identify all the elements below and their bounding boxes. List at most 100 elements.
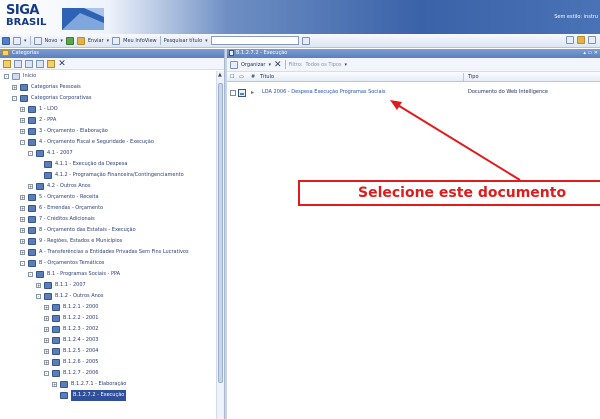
refresh-icon[interactable] [25,59,33,68]
collapse-icon[interactable]: - [20,261,25,266]
select-all-checkbox[interactable]: ☐ [230,74,234,80]
tree-item[interactable]: - B.1.2 - Outros Anos [0,291,216,302]
refresh-icon[interactable] [65,36,74,45]
send-button[interactable]: Enviar [88,38,104,44]
search-title-label[interactable]: Pesquisar título [164,38,203,44]
column-separator[interactable] [463,73,464,81]
expand-icon[interactable]: + [20,206,25,211]
tree-item[interactable]: +8 - Orçamento das Estatais - Execução [0,225,216,236]
tree-item[interactable]: +9 - Regiões, Estados e Municípios [0,236,216,247]
collapse-icon[interactable]: - [12,96,17,101]
tree-item[interactable]: - B.1 - Programas Sociais - PPA [0,269,216,280]
expand-icon[interactable]: + [20,250,25,255]
type-sort-icon[interactable]: ▭ [239,74,244,80]
column-header-title[interactable]: Título [260,74,274,80]
tree-item[interactable]: + Categorias Pessoais [0,82,216,93]
expand-icon[interactable]: + [20,129,25,134]
preferences-icon[interactable] [577,36,585,44]
tree-item[interactable]: +2 - PPA [0,115,216,126]
expand-icon[interactable]: + [44,327,49,332]
help-icon[interactable] [566,36,574,44]
tree-scrollbar[interactable]: ▲ [216,71,224,419]
expand-icon[interactable]: + [20,195,25,200]
tree-item[interactable]: - Categorias Corporativas [0,93,216,104]
collapse-icon[interactable]: - [36,294,41,299]
expand-icon[interactable]: + [20,217,25,222]
tree-item[interactable]: + B.1.2.1 - 2000 [0,302,216,313]
tree-item-label: 4 - Orçamento Fiscal e Seguridade - Exec… [39,139,154,145]
tree-item[interactable]: 4.1.2 - Programação Financeira/Contingen… [0,170,216,181]
copy-icon[interactable] [36,59,44,68]
tree-item[interactable]: - B - Orçamentos Temáticos [0,258,216,269]
expand-icon[interactable]: + [20,228,25,233]
document-list-icon[interactable] [13,36,21,45]
chevron-down-icon[interactable]: ▾ [60,38,63,44]
collapse-icon[interactable]: - [44,371,49,376]
collapse-icon[interactable]: - [28,272,33,277]
expand-icon[interactable]: + [44,305,49,310]
panel-window-controls[interactable]: ▴ ▭ ✕ [583,49,598,58]
logout-icon[interactable] [588,36,596,44]
tree-item[interactable]: +6 - Emendas - Orçamento [0,203,216,214]
tree-item[interactable]: + B.1.2.7.1 - Elaboração [0,379,216,390]
chevron-down-icon[interactable]: ▾ [345,62,348,68]
move-icon[interactable] [47,59,55,68]
organize-button[interactable]: Organizar [241,62,265,68]
tree-item[interactable]: - B.1.2.7 - 2006 [0,368,216,379]
tree-item[interactable]: + A - Transferências a Entidades Privadas… [0,247,216,258]
tree-item[interactable]: 4.1.1 - Execução da Despesa [0,159,216,170]
document-row[interactable]: ▸ LDA 2006 - Despesa Execução Programas … [227,88,600,99]
tree-item[interactable]: +1 - LDO [0,104,216,115]
collapse-icon[interactable]: - [4,74,9,79]
tree-item[interactable]: + B.1.2.2 - 2001 [0,313,216,324]
tree-item[interactable]: + B.1.1 - 2007 [0,280,216,291]
expand-icon[interactable]: + [20,107,25,112]
expand-icon[interactable]: + [44,360,49,365]
home-icon [12,73,20,80]
tree-item[interactable]: - Inicio [0,71,216,82]
expand-icon[interactable]: + [28,184,33,189]
tree-item[interactable]: + B.1.2.6 - 2005 [0,357,216,368]
expand-icon[interactable]: + [36,283,41,288]
home-icon[interactable] [2,36,10,45]
expand-arrow-icon[interactable]: ▸ [251,89,254,96]
scroll-up-icon[interactable]: ▲ [218,72,222,78]
tree-item[interactable]: +3 - Orçamento - Elaboração [0,126,216,137]
category-properties-icon[interactable] [14,59,22,68]
tree-item[interactable]: + B.1.2.5 - 2004 [0,346,216,357]
expand-icon[interactable]: + [44,316,49,321]
column-header-type[interactable]: Tipo [468,74,479,80]
tree-item[interactable]: - 4 - Orçamento Fiscal e Seguridade - Exe… [0,137,216,148]
row-checkbox[interactable] [230,90,236,96]
chevron-down-icon[interactable]: ▾ [107,38,110,44]
tree-item[interactable]: - 4.1 - 2007 [0,148,216,159]
tree-item[interactable]: +7 - Créditos Adicionais [0,214,216,225]
chevron-down-icon[interactable]: ▾ [268,62,271,68]
tree-item[interactable]: +4.2 - Outros Anos [0,181,216,192]
collapse-icon[interactable]: - [28,151,33,156]
filter-select[interactable]: Todos os Tipos [305,62,341,68]
expand-icon[interactable]: + [44,349,49,354]
collapse-icon[interactable]: - [20,140,25,145]
chevron-down-icon[interactable]: ▾ [205,38,208,44]
tree-item[interactable]: + B.1.2.3 - 2002 [0,324,216,335]
expand-icon[interactable]: + [20,239,25,244]
new-button[interactable]: Novo [45,38,58,44]
sort-column[interactable]: # [251,74,255,80]
expand-icon[interactable]: + [20,118,25,123]
tree-item[interactable]: +5 - Orçamento - Receita [0,192,216,203]
document-title-link[interactable]: LDA 2006 - Despesa Execução Programas So… [262,89,386,95]
tree-item[interactable]: B.1.2.7.2 - Execução [0,390,216,401]
tree-item[interactable]: + B.1.2.4 - 2003 [0,335,216,346]
search-input[interactable] [210,36,299,45]
chevron-down-icon[interactable]: ▾ [24,38,27,44]
scrollbar-thumb[interactable] [218,83,223,383]
my-infoview-button[interactable]: Meu InfoView [123,38,156,44]
expand-icon[interactable]: + [52,382,57,387]
expand-icon[interactable]: + [12,85,17,90]
new-category-icon[interactable] [3,59,11,68]
search-icon[interactable] [301,36,310,45]
expand-icon[interactable]: + [44,338,49,343]
delete-icon[interactable]: ✕ [274,60,282,69]
delete-icon[interactable]: ✕ [58,59,66,68]
